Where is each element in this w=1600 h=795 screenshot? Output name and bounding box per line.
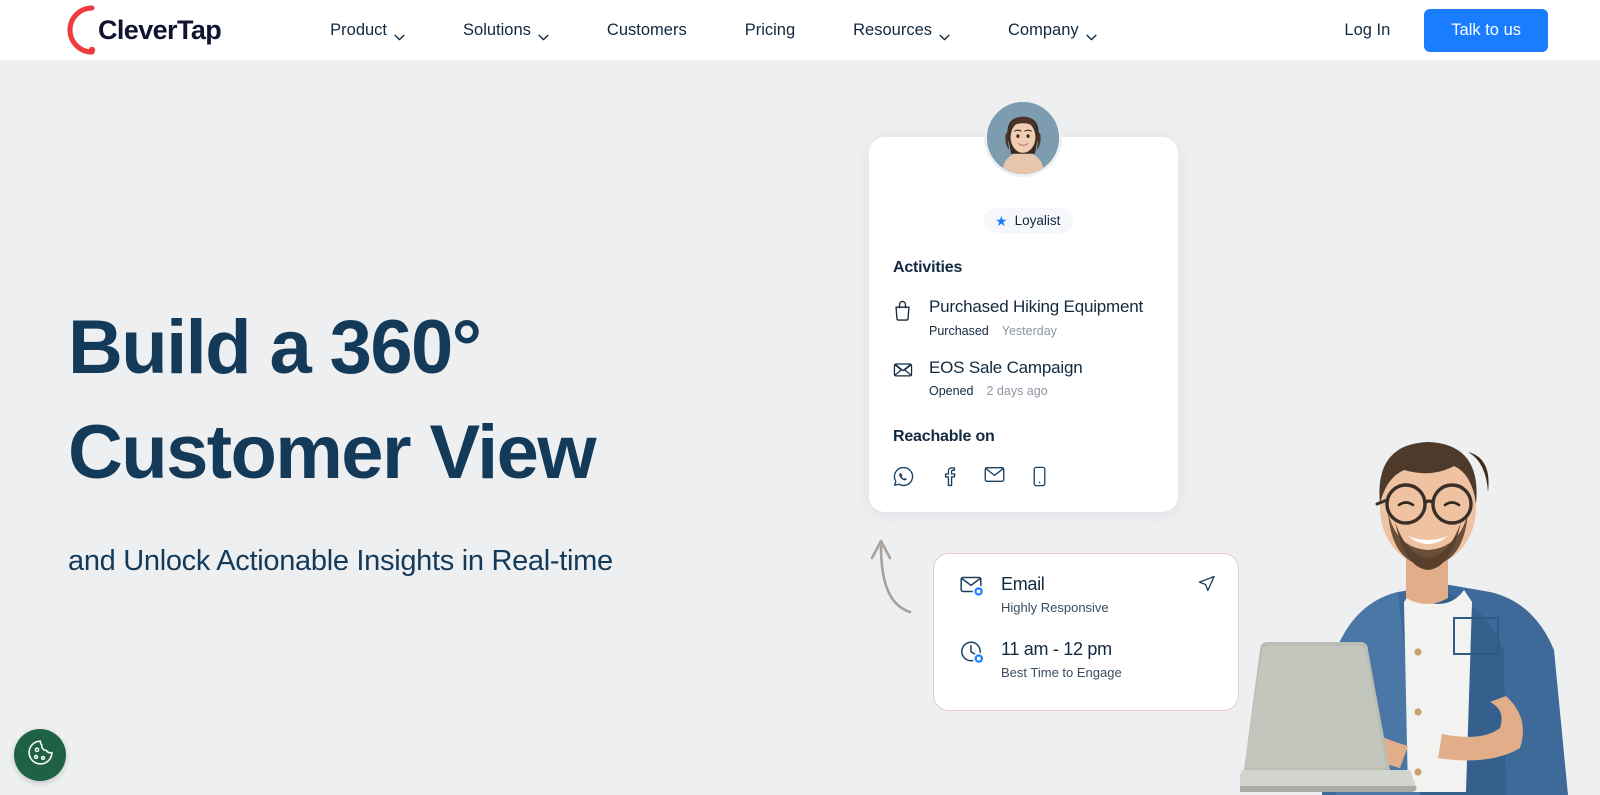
nav-item-customers[interactable]: Customers [578,21,716,40]
chevron-down-icon [538,27,549,40]
nav-item-company[interactable]: Company [979,21,1126,40]
insight-row-email[interactable]: Email Highly Responsive [934,554,1238,615]
chevron-down-icon [939,27,950,40]
insight-subtitle: Best Time to Engage [1001,664,1122,680]
brand-logo[interactable]: CleverTap [62,2,222,58]
nav-label: Customers [606,20,687,39]
activity-time: 2 days ago [986,384,1048,399]
headline-line-1: Build a 360° [68,305,482,390]
activity-meta: Opened 2 days ago [929,384,1082,398]
chevron-down-icon [1086,27,1097,40]
site-header: CleverTap Product Solutions Customers Pr… [0,0,1600,60]
nav-label: Company [1008,20,1079,39]
reachable-heading: Reachable on [893,428,995,445]
badge-label: Loyalist [1014,213,1061,228]
page-root: CleverTap Product Solutions Customers Pr… [0,0,1600,795]
activity-item-campaign[interactable]: EOS Sale Campaign Opened 2 days ago [893,357,1160,399]
reachable-channel-list [893,466,1046,492]
email-icon[interactable] [984,466,1005,492]
activity-status: Opened [929,384,974,399]
status-badge: ★ Loyalist [984,208,1074,233]
nav-item-product[interactable]: Product [301,21,434,40]
nav-item-solutions[interactable]: Solutions [434,21,578,40]
customer-profile-card: Activities Purchased Hiking Equipment Pu… [869,137,1178,512]
insight-row-time[interactable]: 11 am - 12 pm Best Time to Engage [934,615,1238,680]
main-nav: Product Solutions Customers Pricing Reso… [301,21,1125,40]
activities-heading: Activities [893,259,963,276]
nav-label: Solutions [463,20,531,39]
insight-title: Email [1001,574,1045,594]
envelope-open-icon [893,359,913,399]
reachable-section: Reachable on [893,428,1046,492]
login-link[interactable]: Log In [1344,21,1390,40]
talk-to-us-button[interactable]: Talk to us [1424,8,1548,52]
activity-item-purchase[interactable]: Purchased Hiking Equipment Purchased Yes… [893,297,1160,338]
hero-copy: Build a 360° Customer View and Unlock Ac… [68,295,788,578]
envelope-check-icon [960,575,986,615]
curved-up-arrow-icon [862,524,918,620]
chevron-down-icon [394,27,405,40]
activity-time: Yesterday [1001,323,1057,338]
headline-line-2: Customer View [68,410,596,495]
cookie-icon [26,738,55,772]
activity-title: Purchased Hiking Equipment [929,297,1144,316]
activities-section: Activities Purchased Hiking Equipment Pu… [893,259,1160,398]
star-icon: ★ [995,212,1008,229]
facebook-icon[interactable] [942,466,956,492]
man-with-laptop-photo [1240,400,1600,795]
mobile-phone-icon[interactable] [1033,466,1046,492]
activity-meta: Purchased Yesterday [929,324,1143,338]
nav-label: Pricing [744,20,796,39]
send-paper-plane-icon[interactable] [1197,574,1216,598]
avatar [984,99,1062,177]
nav-item-resources[interactable]: Resources [824,21,979,40]
engagement-insight-card: Email Highly Responsive 11 am - 12 pm Be… [933,553,1239,711]
whatsapp-icon[interactable] [893,466,914,492]
nav-label: Product [330,20,388,39]
clevertap-arc-logo-icon [62,2,102,58]
page-subtitle: and Unlock Actionable Insights in Real-t… [68,545,613,577]
page-title: Build a 360° Customer View [68,295,788,505]
insight-subtitle: Highly Responsive [1001,599,1109,615]
header-actions: Log In Talk to us [1344,8,1548,52]
brand-name: CleverTap [98,14,222,45]
clock-check-icon [960,640,986,680]
activity-status: Purchased [929,323,989,338]
insight-title: 11 am - 12 pm [1001,638,1112,659]
cookie-consent-button[interactable] [14,729,66,781]
nav-label: Resources [853,20,933,39]
nav-item-pricing[interactable]: Pricing [716,21,824,40]
activity-title: EOS Sale Campaign [929,357,1083,377]
shopping-bag-icon [893,298,913,338]
